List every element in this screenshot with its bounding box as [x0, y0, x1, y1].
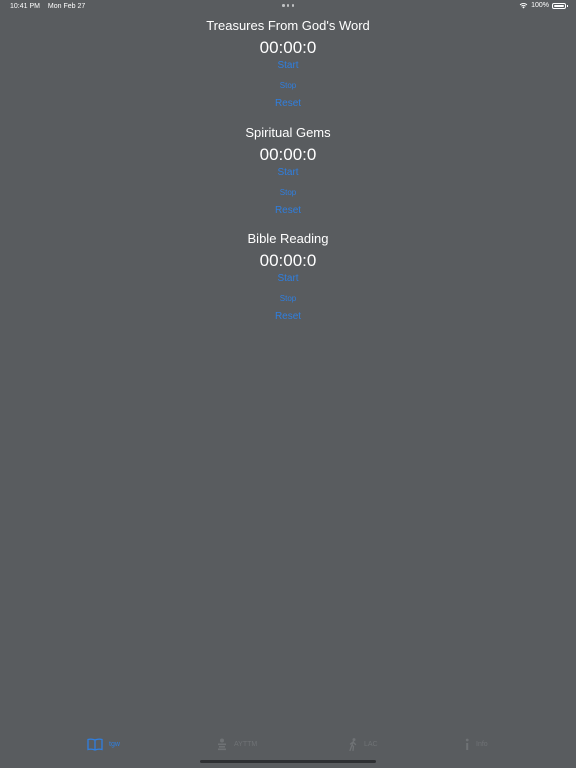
- status-time: 10:41 PM: [10, 3, 40, 10]
- reset-button[interactable]: Reset: [275, 98, 301, 110]
- status-bar: 10:41 PM Mon Feb 27 100%: [0, 0, 576, 14]
- tab-label: Info: [476, 741, 488, 748]
- timer-display: 00:00:0: [259, 38, 317, 57]
- status-date: Mon Feb 27: [47, 3, 86, 10]
- home-indicator[interactable]: [200, 760, 376, 763]
- tab-lac[interactable]: LAC: [348, 738, 378, 751]
- reset-button[interactable]: Reset: [275, 205, 301, 217]
- reset-button[interactable]: Reset: [275, 311, 301, 323]
- battery-icon: [552, 2, 568, 9]
- timer-title: Treasures From God's Word: [206, 18, 370, 33]
- stop-button[interactable]: Stop: [280, 294, 296, 304]
- multitasking-dots-icon[interactable]: [282, 4, 294, 7]
- battery-percent: 100%: [531, 2, 549, 9]
- stop-button[interactable]: Stop: [280, 81, 296, 91]
- book-icon: [87, 738, 103, 751]
- timer-display: 00:00:0: [259, 251, 317, 270]
- status-indicators: 100%: [519, 2, 568, 9]
- tab-label: tgw: [109, 741, 120, 748]
- tab-tgw[interactable]: tgw: [87, 738, 120, 751]
- status-datetime: 10:41 PM Mon Feb 27: [10, 3, 85, 10]
- walking-icon: [349, 738, 357, 751]
- timer-title: Spiritual Gems: [245, 125, 331, 140]
- start-button[interactable]: Start: [277, 167, 298, 179]
- timer-section-treasures: Treasures From God's Word 00:00:0 Start …: [0, 18, 576, 110]
- start-button[interactable]: Start: [277, 273, 298, 285]
- stop-button[interactable]: Stop: [280, 188, 296, 198]
- start-button[interactable]: Start: [277, 60, 298, 72]
- tab-label: LAC: [364, 741, 378, 748]
- timer-section-bible-reading: Bible Reading 00:00:0 Start Stop Reset: [0, 231, 576, 323]
- tab-info[interactable]: Info: [464, 738, 488, 751]
- timer-section-spiritual-gems: Spiritual Gems 00:00:0 Start Stop Reset: [0, 125, 576, 217]
- tab-ayttm[interactable]: AYTTM: [216, 738, 257, 751]
- timer-display: 00:00:0: [259, 145, 317, 164]
- tab-label: AYTTM: [234, 741, 258, 748]
- info-icon: [465, 738, 469, 750]
- people-icon: [218, 738, 226, 751]
- wifi-icon: [519, 2, 528, 9]
- timer-title: Bible Reading: [247, 231, 329, 246]
